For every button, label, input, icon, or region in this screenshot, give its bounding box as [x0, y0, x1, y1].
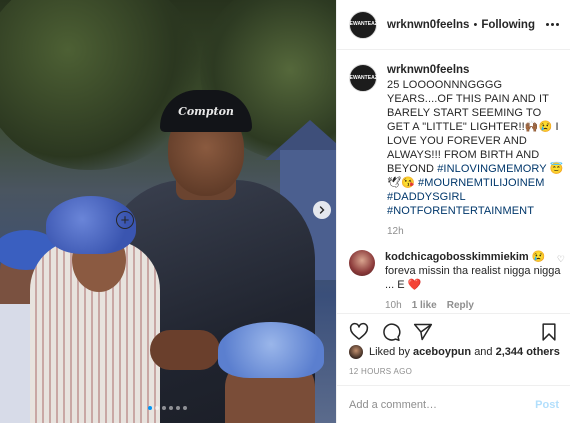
- liker-username[interactable]: aceboypun: [413, 346, 471, 358]
- avatar-text: WANT: [353, 74, 368, 81]
- add-comment-input[interactable]: [349, 398, 536, 411]
- commenter-username[interactable]: kodchicagobosskimmiekim: [385, 251, 529, 263]
- carousel-dot: [183, 406, 187, 410]
- carousel-next-button[interactable]: [313, 201, 331, 219]
- hashtag-link[interactable]: #DADDYSGIRL: [387, 191, 465, 203]
- avatar-text: WE: [344, 74, 353, 81]
- carousel-dot: [169, 406, 173, 410]
- avatar-text: EAZY: [367, 74, 382, 81]
- carousel-dot: [176, 406, 180, 410]
- photo-hands: [150, 330, 220, 370]
- commenter-avatar[interactable]: [349, 250, 375, 276]
- likes-others-link[interactable]: 2,344 others: [496, 346, 560, 358]
- header-separator: •: [473, 18, 478, 31]
- comment-emoji: 😢: [531, 251, 546, 263]
- next-arrow-icon: [319, 206, 325, 214]
- caption-avatar[interactable]: WE WANT EAZY: [345, 64, 381, 92]
- caption-time[interactable]: 12h: [387, 226, 565, 237]
- hashtag-link[interactable]: #MOURNEMTILIJOINEM: [418, 177, 544, 189]
- comment-heart-emoji: ❤️: [407, 279, 422, 291]
- post-caption: WE WANT EAZY wrknwn0feelns 25 LOOOONNNGG…: [345, 64, 565, 237]
- share-button[interactable]: [413, 322, 433, 342]
- heart-icon: [349, 322, 369, 340]
- caption-text: 25 LOOOONNNGGGG YEARS....OF THIS PAIN AN…: [387, 78, 565, 218]
- hashtag-link[interactable]: #INLOVINGMEMORY: [437, 163, 546, 175]
- post-sidebar: WE WANT EAZY wrknwn0feelns • Following W…: [116, 0, 570, 423]
- liker-avatar[interactable]: [349, 345, 363, 359]
- caption-emoji: 😘: [401, 177, 415, 189]
- post-actions: [337, 313, 570, 349]
- comment-time[interactable]: 10h: [385, 300, 402, 311]
- author-username[interactable]: wrknwn0feelns: [387, 19, 469, 31]
- comment-text-block: kodchicagobosskimmiekim 😢 foreva missin …: [385, 250, 565, 292]
- more-icon: [556, 23, 559, 26]
- like-button[interactable]: [349, 322, 369, 342]
- avatar-text: EAZY: [367, 21, 382, 27]
- comment-icon: [383, 322, 401, 341]
- carousel-dot: [162, 406, 166, 410]
- caption-username[interactable]: wrknwn0feelns: [387, 64, 565, 76]
- comment-likes[interactable]: 1 like: [412, 300, 437, 311]
- save-button[interactable]: [539, 322, 559, 342]
- share-icon: [413, 323, 433, 340]
- comment-reply-button[interactable]: Reply: [447, 300, 474, 311]
- caption-emoji: 🕊: [387, 177, 402, 189]
- cap-text: Compton: [178, 104, 234, 118]
- likes-summary: Liked by aceboypun and 2,344 others: [349, 345, 560, 359]
- post-timestamp[interactable]: 12 HOURS AGO: [349, 367, 412, 376]
- carousel-dot: [155, 406, 159, 410]
- comment-button[interactable]: [381, 322, 401, 342]
- photo-child-bottom-hat: [218, 322, 324, 378]
- likes-joiner: and: [474, 346, 493, 358]
- load-more-icon: +: [120, 211, 130, 229]
- more-icon: [551, 23, 554, 26]
- avatar-text: WE: [344, 21, 353, 27]
- caption-emoji: 😇: [549, 163, 564, 175]
- add-comment-bar: Post: [337, 385, 570, 423]
- comment-item: kodchicagobosskimmiekim 😢 foreva missin …: [349, 250, 565, 311]
- post-comment-button[interactable]: Post: [535, 399, 559, 411]
- bookmark-icon: [542, 322, 556, 341]
- more-options-button[interactable]: [546, 23, 559, 26]
- post-photo[interactable]: Compton: [0, 0, 336, 423]
- likes-prefix: Liked by: [369, 346, 410, 358]
- load-more-comments-button[interactable]: +: [116, 211, 134, 229]
- caption-body: 25 LOOOONNNGGGG YEARS....OF THIS PAIN AN…: [387, 79, 559, 175]
- avatar-text: WANT: [353, 21, 368, 27]
- follow-status-button[interactable]: Following: [481, 19, 535, 31]
- small-heart-icon[interactable]: ♡: [557, 254, 565, 265]
- hashtag-link[interactable]: #NOTFORENTERTAINMENT: [387, 205, 534, 217]
- more-icon: [546, 23, 549, 26]
- carousel-indicator: [148, 406, 187, 410]
- comment-meta: 10h 1 like Reply: [385, 300, 565, 311]
- author-avatar[interactable]: WE WANT EAZY: [345, 10, 381, 39]
- carousel-dot-active: [148, 406, 152, 410]
- post-header: WE WANT EAZY wrknwn0feelns • Following: [337, 0, 570, 50]
